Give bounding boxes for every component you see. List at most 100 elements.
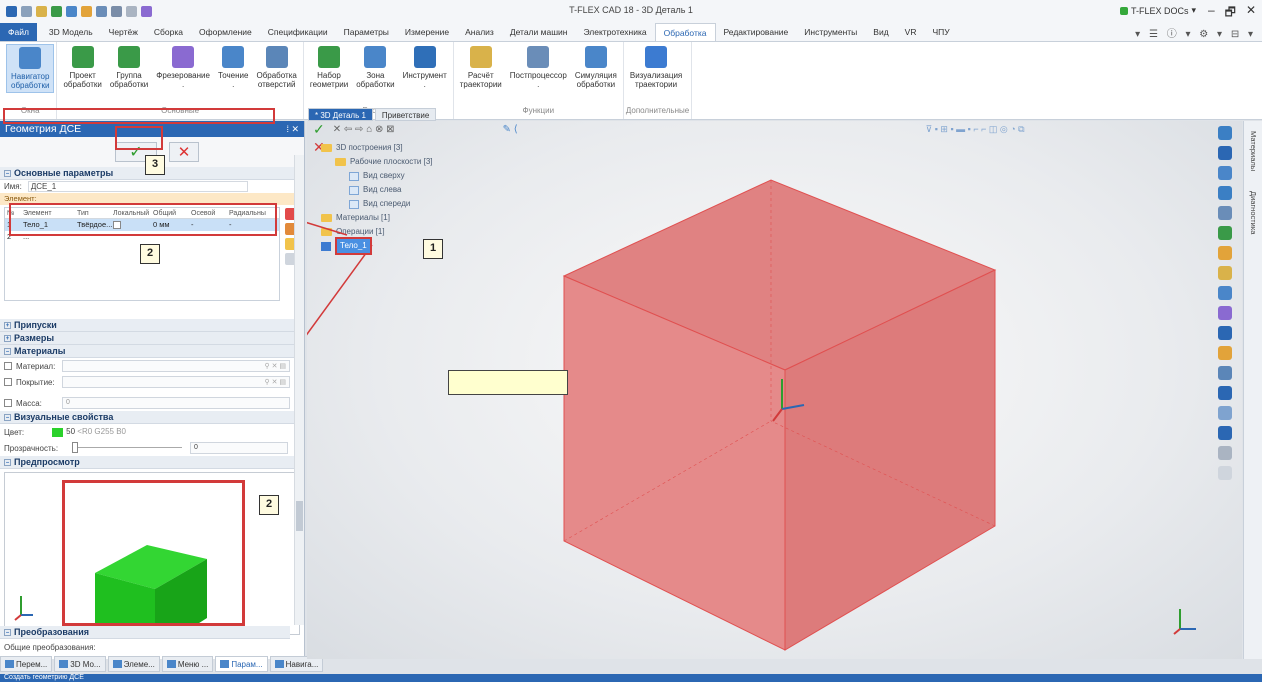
menu-item[interactable]: Сборка <box>146 23 191 41</box>
mass-checkbox[interactable] <box>4 399 12 407</box>
panel-tab[interactable]: Парам... <box>215 656 268 672</box>
ribbon-button[interactable]: Проект обработки <box>59 44 105 91</box>
brush-icon[interactable]: ✎ ⟨ <box>503 124 518 135</box>
preview-window[interactable] <box>4 472 300 651</box>
print-icon[interactable] <box>96 5 107 17</box>
menu-item[interactable]: Анализ <box>457 23 502 41</box>
tree-item[interactable]: Вид слева <box>321 183 433 197</box>
name-field[interactable]: ДСЕ_1 <box>27 181 248 192</box>
panel-tab[interactable]: Меню ... <box>161 656 214 672</box>
coating-checkbox[interactable] <box>4 378 12 386</box>
ribbon-button[interactable]: Постпроцессор . <box>506 44 571 91</box>
filter-tools-icon[interactable]: ⊽ ▪ ⊞ ▪ ▬ ▪ ⌐ ⌐ ◫ ◎ ◔ ⧉ <box>926 124 1025 135</box>
view-tool-icon[interactable] <box>1218 426 1232 440</box>
view-tool-icon[interactable] <box>1218 406 1232 420</box>
menu-item[interactable]: Редактирование <box>716 23 797 41</box>
view-tool-icon[interactable] <box>1218 466 1232 480</box>
menu-item[interactable]: VR <box>897 23 925 41</box>
ribbon-button[interactable]: Фрезерование . <box>152 44 214 91</box>
panel-tab[interactable]: Перем... <box>0 656 53 672</box>
ribbon-button[interactable]: Зона обработки <box>352 44 398 91</box>
transparency-field[interactable]: 0 <box>190 442 289 454</box>
menu-item[interactable]: Оформление <box>191 23 260 41</box>
section-allowances[interactable]: + Припуски <box>0 319 304 332</box>
color-field[interactable]: 50 <R0 G255 B0 <box>52 427 126 437</box>
material-field[interactable]: ⚲ ✕ ▤ <box>62 360 290 372</box>
view-tool-icon[interactable] <box>1218 446 1232 460</box>
ribbon-button[interactable]: Обработка отверстий <box>252 44 300 91</box>
3d-viewport[interactable]: ✓ ✕ ⇦ ⇨ ⌂ ⊗ ⊠ ✎ ⟨ ⊽ ▪ ⊞ ▪ ▬ ▪ ⌐ ⌐ ◫ ◎ ◔ … <box>307 121 1242 659</box>
section-transform[interactable]: – Преобразования <box>0 626 290 639</box>
save-icon[interactable] <box>66 5 77 17</box>
transparency-slider[interactable] <box>72 442 183 454</box>
file-menu[interactable]: Файл <box>0 23 37 41</box>
ribbon-button[interactable]: Набор геометрии <box>306 44 352 91</box>
tab-3d-part[interactable]: * 3D Деталь 1 <box>308 108 373 121</box>
minimize-button[interactable]: – <box>1208 3 1215 24</box>
diagnostics-side-tab[interactable]: Диагностика <box>1249 191 1258 234</box>
material-picker-icon[interactable]: ⚲ ✕ ▤ <box>265 362 287 370</box>
nav-tools-icon[interactable]: ✕ ⇦ ⇨ ⌂ ⊗ ⊠ <box>333 124 395 135</box>
coating-picker-icon[interactable]: ⚲ ✕ ▤ <box>265 378 287 386</box>
panel-tab[interactable]: Элеме... <box>107 656 160 672</box>
materials-side-tab[interactable]: Материалы <box>1249 131 1258 171</box>
tree-item[interactable]: 3D построения [3] <box>321 141 433 155</box>
new-icon[interactable] <box>36 5 47 17</box>
view-tool-icon[interactable] <box>1218 366 1232 380</box>
menu-item[interactable]: ЧПУ <box>924 23 957 41</box>
panel-tab[interactable]: 3D Мо... <box>54 656 106 672</box>
measure-icon[interactable] <box>141 5 152 17</box>
close-button[interactable]: ✕ <box>1246 3 1256 24</box>
docs-button[interactable]: T-FLEX DOCs ▾ <box>1119 5 1196 16</box>
tab-welcome[interactable]: Приветствие <box>374 108 437 121</box>
panel-pin-close-icon[interactable]: ⁞ ✕ <box>286 121 299 137</box>
panel-scrollbar[interactable] <box>294 155 304 625</box>
tree-item[interactable]: Вид сверху <box>321 169 433 183</box>
slider-knob[interactable] <box>72 442 79 453</box>
redo-icon[interactable] <box>126 5 137 17</box>
ribbon-button[interactable]: Навигатор обработки <box>6 44 55 93</box>
section-visual[interactable]: – Визуальные свойства <box>0 411 304 424</box>
view-tool-icon[interactable] <box>1218 266 1232 280</box>
view-tool-icon[interactable] <box>1218 186 1232 200</box>
view-tool-icon[interactable] <box>1218 206 1232 220</box>
undo-icon[interactable] <box>111 5 122 17</box>
view-tool-icon[interactable] <box>1218 386 1232 400</box>
model-icon[interactable] <box>51 5 62 17</box>
cancel-button[interactable]: ✕ <box>169 142 199 162</box>
open-icon[interactable] <box>81 5 92 17</box>
view-tool-icon[interactable] <box>1218 286 1232 300</box>
menu-item[interactable]: Вид <box>865 23 896 41</box>
apply-icon[interactable]: ✓ <box>313 121 325 138</box>
material-checkbox[interactable] <box>4 362 12 370</box>
menu-item[interactable]: Параметры <box>336 23 397 41</box>
ribbon-button[interactable]: Симуляция обработки <box>571 44 621 91</box>
view-tool-icon[interactable] <box>1218 326 1232 340</box>
ribbon-button[interactable]: Группа обработки <box>106 44 152 91</box>
menu-item[interactable]: Спецификации <box>260 23 336 41</box>
view-tool-icon[interactable] <box>1218 126 1232 140</box>
tree-item[interactable]: Материалы [1] <box>321 211 433 225</box>
menu-item[interactable]: 3D Модель <box>41 23 101 41</box>
menubar-tools-icon[interactable]: ▾ ☰ ⓘ ▾ ⚙ ▾ ⊟ ▾ <box>1135 25 1256 40</box>
restore-button[interactable]: 🗗 <box>1225 3 1236 24</box>
tree-item[interactable]: Вид спереди <box>321 197 433 211</box>
coating-field[interactable]: ⚲ ✕ ▤ <box>62 376 290 388</box>
ribbon-button[interactable]: Точение . <box>214 44 253 91</box>
view-tool-icon[interactable] <box>1218 306 1232 320</box>
ribbon-button[interactable]: Визуализация траектории <box>626 44 686 91</box>
menu-item[interactable]: Инструменты <box>796 23 865 41</box>
tree-item[interactable]: Тело_1 <box>321 237 433 255</box>
app-icon[interactable] <box>6 5 17 17</box>
section-preview[interactable]: – Предпросмотр <box>0 456 304 469</box>
ribbon-button[interactable]: Инструмент . <box>399 44 451 91</box>
menu-item[interactable]: Чертёж <box>101 23 146 41</box>
panel-scroll-thumb[interactable] <box>296 501 303 531</box>
section-sizes[interactable]: + Размеры <box>0 332 304 345</box>
mass-field[interactable]: 0 <box>62 397 290 409</box>
ribbon-button[interactable]: Расчёт траектории <box>456 44 506 91</box>
menu-icon[interactable] <box>21 5 32 17</box>
view-tool-icon[interactable] <box>1218 146 1232 160</box>
view-tool-icon[interactable] <box>1218 226 1232 240</box>
menu-item[interactable]: Детали машин <box>502 23 576 41</box>
